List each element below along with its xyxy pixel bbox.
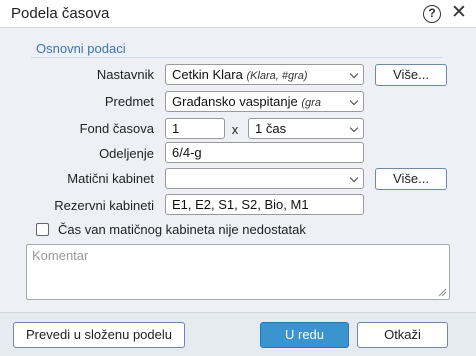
dialog-title: Podela časova bbox=[11, 5, 110, 22]
chevron-down-icon bbox=[349, 173, 359, 183]
komentar-placeholder: Komentar bbox=[32, 248, 89, 263]
chevron-down-icon bbox=[349, 123, 359, 133]
group-divider bbox=[31, 57, 442, 58]
dialog-titlebar: Podela časova ? ✕ bbox=[0, 0, 476, 28]
times-sign: x bbox=[231, 122, 239, 137]
fond-casova-input[interactable]: 1 bbox=[165, 118, 225, 139]
chevron-down-icon bbox=[349, 96, 359, 106]
nastavnik-hint: (Klara, #gra) bbox=[246, 70, 308, 82]
cas-unit-select[interactable]: 1 čas bbox=[248, 118, 364, 139]
odeljenje-field[interactable]: 6/4-g bbox=[165, 142, 364, 163]
dialog-content: Osnovni podaci Nastavnik Cetkin Klara (K… bbox=[0, 28, 476, 312]
rezervni-kabineti-label: Rezervni kabineti bbox=[54, 198, 154, 213]
predmet-select[interactable]: Građansko vaspitanje (gra bbox=[165, 91, 364, 112]
komentar-textarea[interactable]: Komentar bbox=[26, 244, 450, 300]
maticni-kabinet-label: Matični kabinet bbox=[67, 171, 154, 186]
cancel-button[interactable]: Otkaži bbox=[357, 322, 448, 348]
close-icon[interactable]: ✕ bbox=[449, 3, 469, 23]
ok-button[interactable]: U redu bbox=[260, 322, 349, 348]
chevron-down-icon bbox=[349, 69, 359, 79]
fond-casova-label: Fond časova bbox=[79, 121, 154, 136]
nastavnik-value: Cetkin Klara bbox=[172, 67, 243, 82]
nastavnik-select[interactable]: Cetkin Klara (Klara, #gra) bbox=[165, 64, 364, 85]
dialog-footer: Prevedi u složenu podelu U redu Otkaži bbox=[0, 312, 476, 356]
predmet-value: Građansko vaspitanje bbox=[172, 94, 298, 109]
nastavnik-label: Nastavnik bbox=[96, 67, 154, 82]
vise-kabinet-button[interactable]: Više... bbox=[375, 168, 447, 190]
van-kabineta-label[interactable]: Čas van matičnog kabineta nije nedostata… bbox=[58, 222, 306, 237]
help-icon[interactable]: ? bbox=[423, 5, 441, 23]
cas-unit-value: 1 čas bbox=[255, 121, 287, 136]
van-kabineta-checkbox[interactable] bbox=[36, 223, 49, 236]
predmet-label: Predmet bbox=[104, 94, 154, 109]
predmet-hint: (gra bbox=[301, 97, 321, 109]
group-label: Osnovni podaci bbox=[36, 41, 126, 56]
vise-nastavnik-button[interactable]: Više... bbox=[375, 64, 447, 86]
prevedi-button[interactable]: Prevedi u složenu podelu bbox=[13, 322, 185, 348]
resize-grip-icon[interactable] bbox=[438, 288, 447, 297]
odeljenje-label: Odeljenje bbox=[99, 146, 154, 161]
rezervni-kabineti-field[interactable]: E1, E2, S1, S2, Bio, M1 bbox=[165, 194, 364, 215]
maticni-kabinet-select[interactable] bbox=[165, 168, 364, 189]
